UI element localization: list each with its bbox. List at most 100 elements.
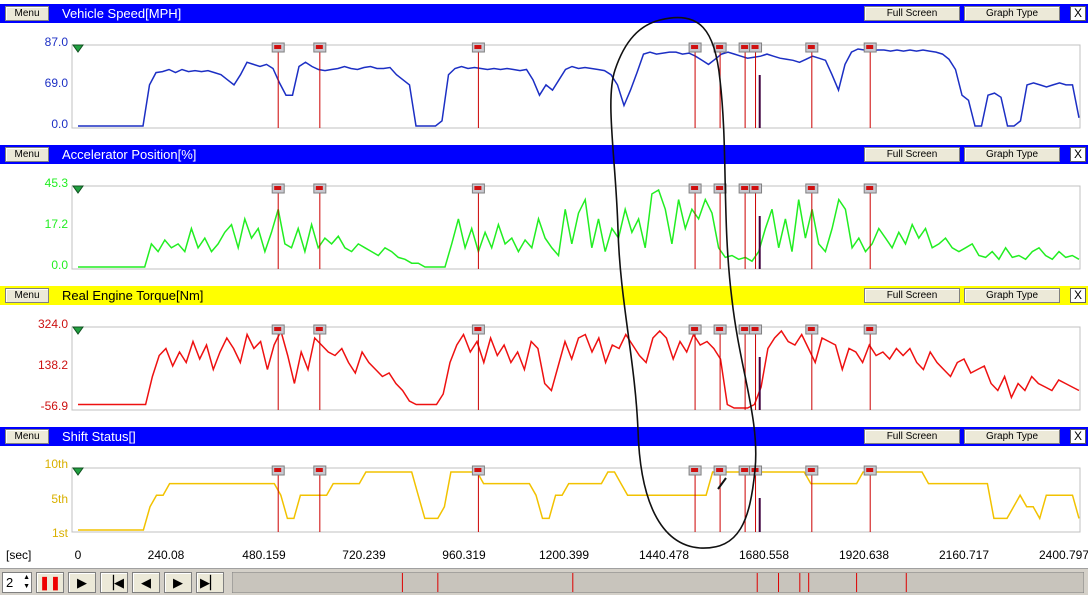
flag-red-mark xyxy=(474,327,482,331)
flag-red-mark xyxy=(315,327,323,331)
pause-button[interactable]: ❚❚ xyxy=(36,572,64,593)
flag-red-mark xyxy=(751,186,759,190)
graph-type-button[interactable]: Graph Type xyxy=(964,6,1060,21)
panel-header: Menu Shift Status[] Full Screen Graph Ty… xyxy=(0,427,1088,446)
x-tick-label: 1920.638 xyxy=(838,548,890,562)
flag-red-mark xyxy=(741,468,749,472)
full-screen-button[interactable]: Full Screen xyxy=(864,6,960,21)
step-back-icon: ◀ xyxy=(141,575,151,590)
flag-red-mark xyxy=(691,468,699,472)
x-tick-label: 2160.717 xyxy=(938,548,990,562)
flag-red-mark xyxy=(716,468,724,472)
flag-red-mark xyxy=(866,186,874,190)
flag-red-mark xyxy=(274,327,282,331)
full-screen-button[interactable]: Full Screen xyxy=(864,429,960,444)
skip-to-end-button[interactable]: ▶▏ xyxy=(196,572,224,593)
start-marker-icon[interactable] xyxy=(72,185,84,194)
panel-title: Vehicle Speed[MPH] xyxy=(62,6,182,21)
playback-toolbar: 2 ▲ ▼ ❚❚ ▶ ▕◀ ◀ ▶ ▶▏ xyxy=(0,568,1088,595)
time-axis: [sec] 0 240.08 480.159 720.239 960.319 1… xyxy=(0,544,1088,566)
full-screen-button[interactable]: Full Screen xyxy=(864,147,960,162)
menu-button[interactable]: Menu xyxy=(5,6,49,21)
flag-red-mark xyxy=(716,186,724,190)
flag-red-mark xyxy=(751,468,759,472)
x-tick-label: 480.159 xyxy=(242,548,286,562)
play-button[interactable]: ▶ xyxy=(68,572,96,593)
flag-red-mark xyxy=(807,327,815,331)
menu-button[interactable]: Menu xyxy=(5,288,49,303)
flag-red-mark xyxy=(741,186,749,190)
flag-red-mark xyxy=(866,45,874,49)
speed-spinner[interactable]: 2 ▲ ▼ xyxy=(2,572,32,593)
graph-type-button[interactable]: Graph Type xyxy=(964,147,1060,162)
flag-red-mark xyxy=(315,468,323,472)
axis-unit-label: [sec] xyxy=(6,548,32,562)
plot-area[interactable] xyxy=(0,23,1088,140)
flag-red-mark xyxy=(866,327,874,331)
x-tick-label: 2400.797 xyxy=(1038,548,1088,562)
x-tick-label: 720.239 xyxy=(342,548,386,562)
start-marker-icon[interactable] xyxy=(72,326,84,335)
plot-frame xyxy=(71,44,1081,129)
flag-red-mark xyxy=(866,468,874,472)
close-panel-button[interactable]: X xyxy=(1070,147,1086,162)
skip-to-start-button[interactable]: ▕◀ xyxy=(100,572,128,593)
panel-header: Menu Vehicle Speed[MPH] Full Screen Grap… xyxy=(0,4,1088,23)
graph-type-button[interactable]: Graph Type xyxy=(964,288,1060,303)
signal-line xyxy=(78,188,1080,268)
flag-red-mark xyxy=(741,327,749,331)
x-tick-label: 1200.399 xyxy=(538,548,590,562)
flag-red-mark xyxy=(315,45,323,49)
flag-red-mark xyxy=(274,468,282,472)
flag-red-mark xyxy=(274,45,282,49)
flag-red-mark xyxy=(474,186,482,190)
panel-header: Menu Accelerator Position[%] Full Screen… xyxy=(0,145,1088,164)
graph-type-button[interactable]: Graph Type xyxy=(964,429,1060,444)
panel-accelerator-position: Menu Accelerator Position[%] Full Screen… xyxy=(0,145,1088,281)
panel-title: Shift Status[] xyxy=(62,429,136,444)
skip-start-icon: ▕◀ xyxy=(104,575,124,590)
panel-vehicle-speed: Menu Vehicle Speed[MPH] Full Screen Grap… xyxy=(0,4,1088,140)
flag-red-mark xyxy=(716,327,724,331)
flag-red-mark xyxy=(807,45,815,49)
panel-real-engine-torque: Menu Real Engine Torque[Nm] Full Screen … xyxy=(0,286,1088,422)
x-tick-label: 1680.558 xyxy=(738,548,790,562)
flag-red-mark xyxy=(751,327,759,331)
timeline-background xyxy=(232,572,1084,593)
x-tick-label: 240.08 xyxy=(147,548,185,562)
pause-icon: ❚❚ xyxy=(39,575,61,590)
menu-button[interactable]: Menu xyxy=(5,147,49,162)
plot-area[interactable] xyxy=(0,164,1088,281)
flag-red-mark xyxy=(274,186,282,190)
flag-red-mark xyxy=(807,468,815,472)
full-screen-button[interactable]: Full Screen xyxy=(864,288,960,303)
plot-frame xyxy=(71,467,1081,533)
close-panel-button[interactable]: X xyxy=(1070,6,1086,21)
panel-title: Real Engine Torque[Nm] xyxy=(62,288,204,303)
menu-button[interactable]: Menu xyxy=(5,429,49,444)
close-panel-button[interactable]: X xyxy=(1070,288,1086,303)
flag-red-mark xyxy=(691,45,699,49)
skip-end-icon: ▶▏ xyxy=(200,575,220,590)
timeline-track[interactable] xyxy=(232,572,1084,593)
plot-area[interactable] xyxy=(0,446,1088,544)
step-forward-button[interactable]: ▶ xyxy=(164,572,192,593)
step-forward-icon: ▶ xyxy=(173,575,183,590)
x-tick-label: 960.319 xyxy=(442,548,486,562)
spinner-arrows-icon[interactable]: ▲ ▼ xyxy=(23,573,30,591)
x-tick-label: 1440.478 xyxy=(638,548,690,562)
signal-line xyxy=(78,328,1080,409)
start-marker-icon[interactable] xyxy=(72,44,84,53)
close-panel-button[interactable]: X xyxy=(1070,429,1086,444)
panel-header: Menu Real Engine Torque[Nm] Full Screen … xyxy=(0,286,1088,305)
flag-red-mark xyxy=(716,45,724,49)
signal-line xyxy=(78,471,1080,531)
flag-red-mark xyxy=(474,45,482,49)
start-marker-icon[interactable] xyxy=(72,467,84,476)
flag-red-mark xyxy=(315,186,323,190)
step-back-button[interactable]: ◀ xyxy=(132,572,160,593)
plot-area[interactable] xyxy=(0,305,1088,422)
signal-line xyxy=(78,48,1080,127)
flag-red-mark xyxy=(741,45,749,49)
x-tick-label: 0 xyxy=(74,548,82,562)
